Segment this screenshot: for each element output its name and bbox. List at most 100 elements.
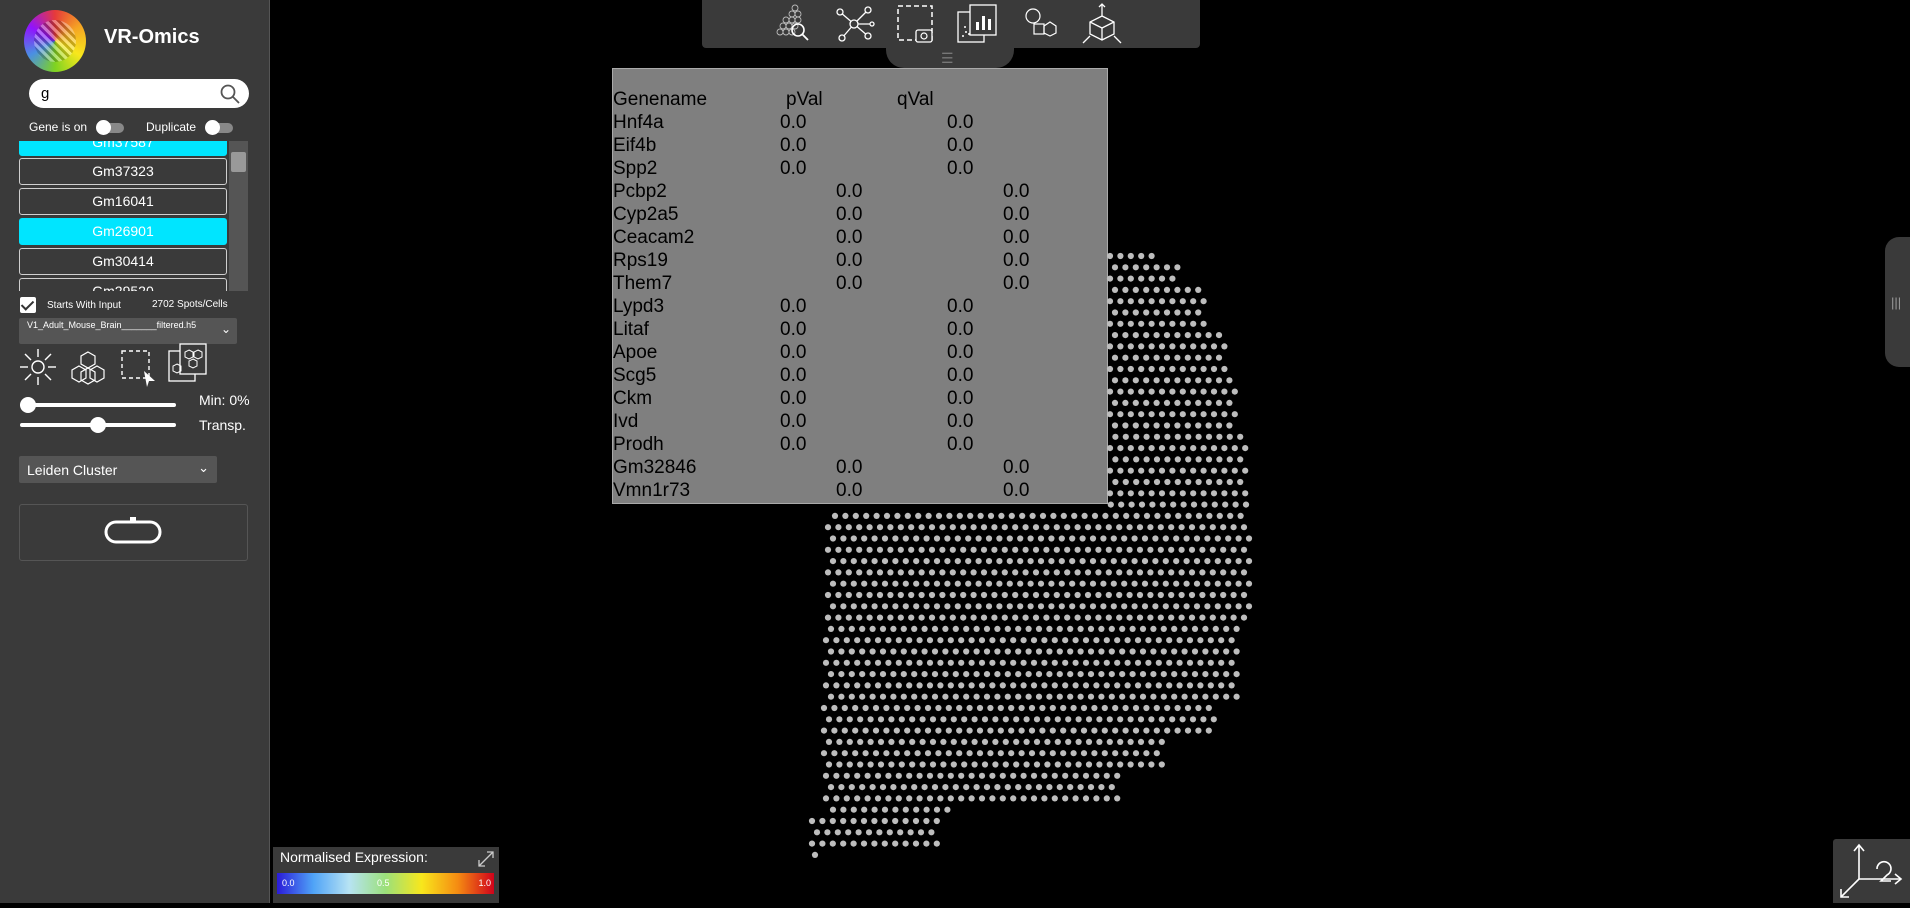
spot[interactable]: [1074, 524, 1081, 531]
spot[interactable]: [1143, 704, 1150, 712]
spot[interactable]: [1204, 580, 1211, 587]
spot[interactable]: [992, 738, 999, 745]
spot[interactable]: [1138, 445, 1145, 452]
spot[interactable]: [876, 569, 884, 576]
spot[interactable]: [1098, 693, 1105, 700]
spot[interactable]: [926, 682, 934, 689]
spot[interactable]: [1148, 365, 1155, 373]
spot[interactable]: [1075, 761, 1082, 768]
spot[interactable]: [827, 784, 835, 791]
spot[interactable]: [965, 580, 972, 587]
spot[interactable]: [1079, 558, 1086, 565]
spot[interactable]: [921, 625, 928, 632]
spot[interactable]: [1195, 377, 1202, 384]
spot[interactable]: [1220, 591, 1227, 599]
spot[interactable]: [1046, 648, 1053, 655]
spot[interactable]: [871, 817, 878, 825]
spot[interactable]: [1240, 546, 1248, 553]
spot[interactable]: [850, 840, 857, 847]
spot[interactable]: [1112, 704, 1119, 712]
spot[interactable]: [949, 524, 956, 531]
spot[interactable]: [1032, 591, 1040, 599]
spot[interactable]: [1095, 524, 1102, 531]
spot[interactable]: [1215, 354, 1223, 361]
spot[interactable]: [841, 727, 848, 734]
spot[interactable]: [1200, 445, 1207, 452]
spot[interactable]: [1207, 659, 1214, 666]
spot[interactable]: [850, 817, 857, 825]
spot[interactable]: [904, 727, 911, 734]
spot[interactable]: [1174, 704, 1181, 712]
spot[interactable]: [831, 704, 838, 712]
spot[interactable]: [958, 659, 965, 666]
spot[interactable]: [1010, 772, 1017, 779]
spot[interactable]: [1028, 704, 1036, 712]
spot[interactable]: [1108, 671, 1115, 678]
spot[interactable]: [1138, 501, 1146, 508]
spot[interactable]: [1132, 377, 1139, 384]
spot[interactable]: [1147, 524, 1154, 531]
spot[interactable]: [840, 840, 847, 847]
spot[interactable]: [1158, 320, 1166, 327]
spot[interactable]: [928, 614, 936, 621]
spot[interactable]: [1185, 433, 1192, 440]
spot[interactable]: [1039, 727, 1046, 734]
spot[interactable]: [1013, 738, 1020, 745]
spot[interactable]: [1190, 445, 1197, 452]
spot[interactable]: [900, 671, 907, 678]
spot[interactable]: [835, 569, 842, 576]
spot[interactable]: [902, 603, 909, 610]
spot[interactable]: [1106, 490, 1114, 497]
spot[interactable]: [848, 693, 855, 700]
spot[interactable]: [904, 704, 911, 712]
spot[interactable]: [1148, 343, 1155, 350]
spot[interactable]: [1143, 727, 1150, 734]
spot[interactable]: [1006, 558, 1013, 565]
spot[interactable]: [1158, 490, 1166, 497]
spot[interactable]: [1123, 512, 1130, 519]
spot[interactable]: [992, 761, 999, 768]
spot[interactable]: [1145, 659, 1152, 666]
spot[interactable]: [965, 535, 972, 542]
spot[interactable]: [929, 738, 937, 745]
spot[interactable]: [1134, 637, 1142, 644]
spot[interactable]: [829, 558, 837, 565]
spot[interactable]: [933, 558, 941, 565]
spot[interactable]: [1124, 659, 1131, 666]
spot[interactable]: [1193, 535, 1201, 542]
spot[interactable]: [1087, 671, 1095, 678]
spot[interactable]: [1075, 738, 1082, 745]
spot[interactable]: [1127, 365, 1134, 373]
spot[interactable]: [939, 524, 946, 531]
spot[interactable]: [940, 716, 947, 723]
spot[interactable]: [1173, 558, 1180, 565]
spot[interactable]: [944, 603, 951, 610]
gene-is-on-switch[interactable]: [96, 119, 125, 135]
spot[interactable]: [1053, 569, 1060, 576]
spot[interactable]: [992, 716, 999, 723]
spot[interactable]: [1111, 286, 1119, 293]
spot[interactable]: [1143, 750, 1150, 757]
spot[interactable]: [942, 693, 949, 700]
spot[interactable]: [857, 738, 864, 745]
spot[interactable]: [1138, 365, 1145, 373]
spot[interactable]: [921, 671, 928, 678]
spot[interactable]: [975, 535, 982, 542]
spot[interactable]: [1220, 524, 1227, 531]
spot[interactable]: [1231, 445, 1238, 452]
spot[interactable]: [928, 546, 936, 553]
spot[interactable]: [1209, 524, 1216, 531]
spot[interactable]: [1184, 377, 1191, 384]
spot[interactable]: [1054, 716, 1061, 723]
spot[interactable]: [978, 795, 986, 802]
spot[interactable]: [1106, 445, 1114, 452]
spot[interactable]: [1210, 343, 1218, 350]
spot[interactable]: [1129, 693, 1136, 700]
spot[interactable]: [1127, 343, 1134, 350]
spot[interactable]: [892, 806, 899, 813]
spot[interactable]: [892, 603, 899, 610]
spot[interactable]: [985, 535, 993, 542]
spot[interactable]: [1087, 784, 1095, 791]
spot[interactable]: [976, 727, 984, 734]
spot[interactable]: [1111, 264, 1119, 271]
